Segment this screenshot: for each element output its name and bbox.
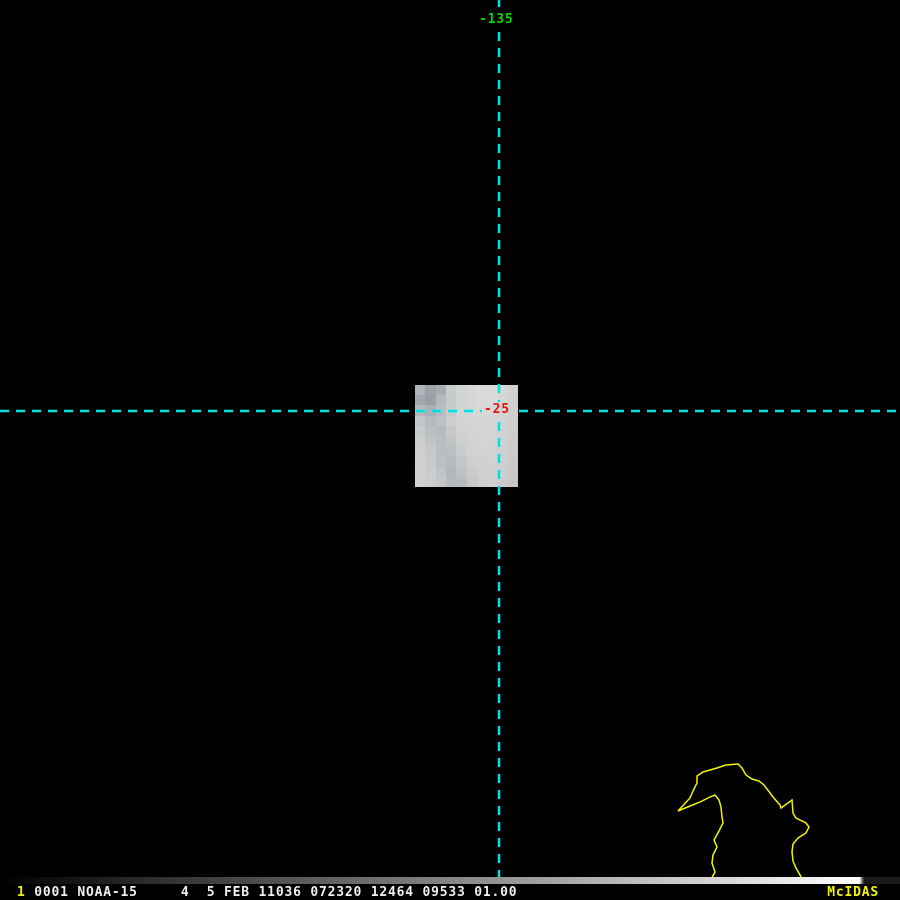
- image-info-text: 0001 NOAA-15 4 5 FEB 11036 072320 12464 …: [25, 884, 518, 900]
- latitude-label: -25: [484, 402, 510, 417]
- frame-number: 1: [17, 884, 26, 900]
- status-bar: 1 0001 NOAA-15 4 5 FEB 11036 072320 1246…: [0, 884, 900, 900]
- grayscale-calibration-ramp: [0, 877, 900, 884]
- longitude-label: -135: [479, 12, 514, 27]
- coastline-path: [677, 763, 810, 891]
- coastline-path: [677, 794, 724, 891]
- graphics-overlay: [0, 0, 900, 891]
- mcidas-brand-label: McIDAS: [827, 884, 879, 900]
- mcidas-image-display[interactable]: -135 -25 1 0001 NOAA-15 4 5 FEB 11036 07…: [0, 0, 900, 900]
